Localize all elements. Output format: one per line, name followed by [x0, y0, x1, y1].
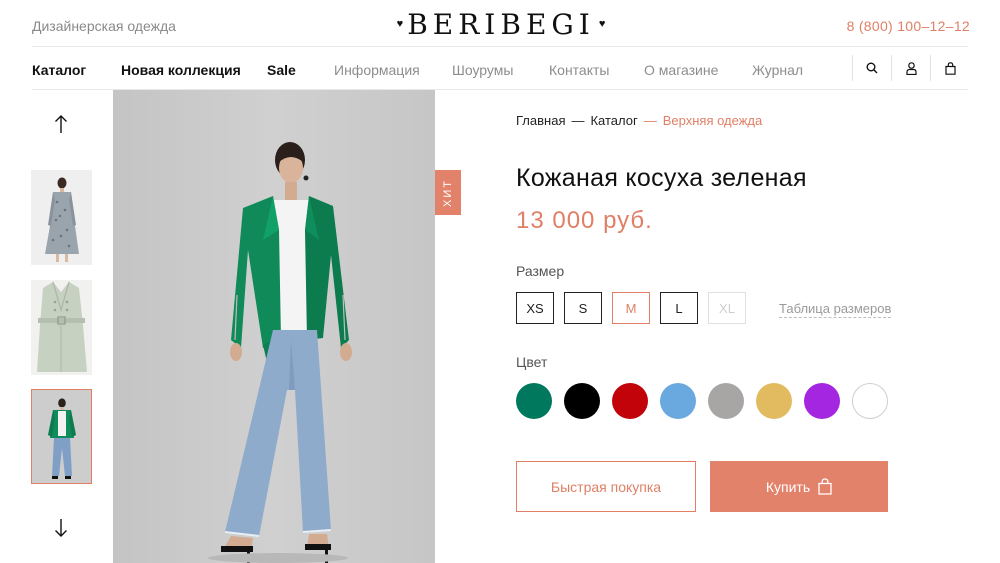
nav-item-catalog[interactable]: Каталог	[32, 62, 121, 78]
thumbnail-green-jacket[interactable]	[31, 389, 92, 484]
nav-item-info[interactable]: Информация	[334, 62, 452, 78]
thumbnail-prev-arrow-icon[interactable]	[50, 112, 72, 136]
site-tagline: Дизайнерская одежда	[32, 18, 176, 34]
hit-badge: ХИТ	[435, 170, 461, 215]
color-swatch-red[interactable]	[612, 383, 648, 419]
thumbnail-next-arrow-icon[interactable]	[50, 516, 72, 540]
nav-item-journal[interactable]: Журнал	[752, 62, 803, 78]
color-swatch-white[interactable]	[852, 383, 888, 419]
breadcrumb-separator: —	[571, 113, 585, 128]
product-title: Кожаная косуха зеленая	[516, 164, 807, 192]
main-nav: Каталог Новая коллекция Sale Информация …	[32, 55, 803, 85]
shopping-bag-icon	[818, 478, 832, 495]
color-options	[516, 383, 900, 419]
nav-item-sale[interactable]: Sale	[267, 62, 334, 78]
size-options: XS S M L XL	[516, 292, 756, 324]
breadcrumb-current: Верхняя одежда	[662, 113, 763, 128]
size-option-xs[interactable]: XS	[516, 292, 554, 324]
size-option-m[interactable]: M	[612, 292, 650, 324]
nav-item-about[interactable]: О магазине	[644, 62, 752, 78]
buy-button[interactable]: Купить	[710, 461, 888, 512]
heart-icon: ♥	[396, 17, 404, 30]
quick-buy-button[interactable]: Быстрая покупка	[516, 461, 696, 512]
header-divider	[32, 46, 968, 47]
cart-icon[interactable]	[930, 55, 969, 81]
thumbnail-floral-dress[interactable]	[31, 170, 92, 265]
breadcrumb-separator: —	[643, 113, 657, 128]
color-swatch-blue[interactable]	[660, 383, 696, 419]
breadcrumb-catalog[interactable]: Каталог	[590, 113, 637, 128]
color-swatch-black[interactable]	[564, 383, 600, 419]
nav-item-contacts[interactable]: Контакты	[549, 62, 644, 78]
nav-icons	[852, 55, 969, 81]
size-option-s[interactable]: S	[564, 292, 602, 324]
brand-logo[interactable]: ♥ BERIBEGI ♥	[393, 4, 609, 44]
phone-link[interactable]: 8 (800) 100–12–12	[847, 18, 970, 34]
nav-item-new-collection[interactable]: Новая коллекция	[121, 62, 267, 78]
size-label: Размер	[516, 263, 565, 279]
main-product-image[interactable]	[113, 90, 435, 563]
heart-icon: ♥	[598, 17, 606, 30]
product-price: 13 000 руб.	[516, 207, 653, 234]
logo-text: BERIBEGI	[407, 7, 595, 41]
color-swatch-yellow[interactable]	[756, 383, 792, 419]
nav-item-showrooms[interactable]: Шоурумы	[452, 62, 549, 78]
color-label: Цвет	[516, 354, 548, 370]
color-swatch-gray[interactable]	[708, 383, 744, 419]
size-option-l[interactable]: L	[660, 292, 698, 324]
color-swatch-green[interactable]	[516, 383, 552, 419]
color-swatch-purple[interactable]	[804, 383, 840, 419]
breadcrumb-home[interactable]: Главная	[516, 113, 565, 128]
search-icon[interactable]	[852, 55, 891, 81]
size-table-link[interactable]: Таблица размеров	[779, 301, 892, 318]
user-icon[interactable]	[891, 55, 930, 81]
size-option-xl: XL	[708, 292, 746, 324]
breadcrumb: Главная — Каталог — Верхняя одежда	[516, 113, 762, 128]
thumbnail-trench-coat[interactable]	[31, 280, 92, 375]
